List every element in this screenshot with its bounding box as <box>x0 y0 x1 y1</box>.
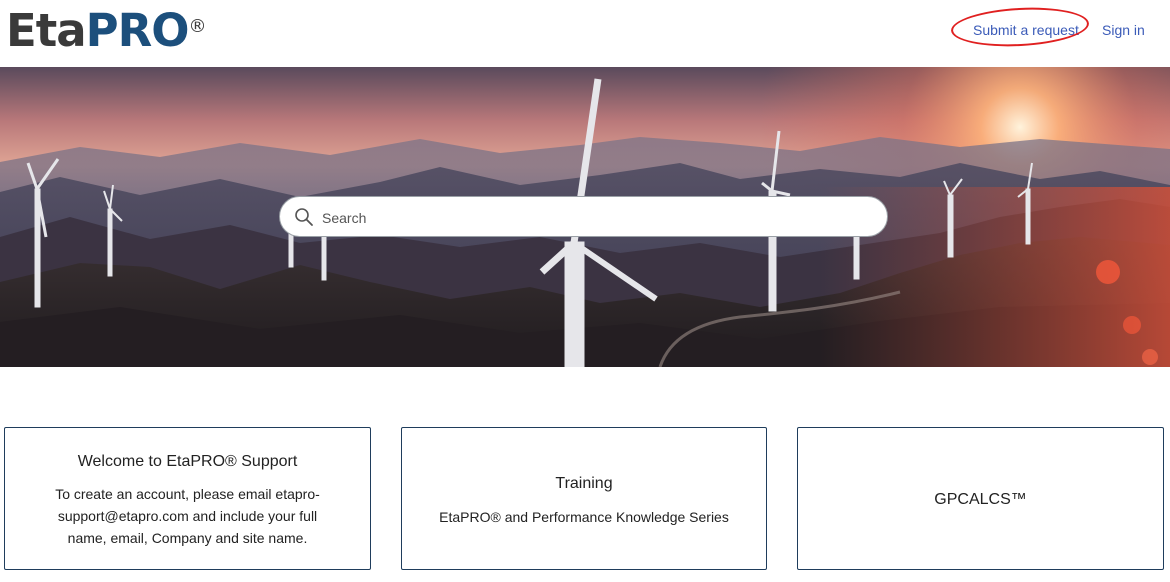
etapro-logo[interactable]: EtaPRO® <box>6 6 207 56</box>
submit-request-link[interactable]: Submit a request <box>973 22 1079 38</box>
card-title: Welcome to EtaPRO® Support <box>77 453 298 470</box>
training-card[interactable]: Training EtaPRO® and Performance Knowled… <box>401 427 767 570</box>
sign-in-link[interactable]: Sign in <box>1102 22 1145 38</box>
card-description: EtaPRO® and Performance Knowledge Series <box>439 509 729 525</box>
gpcalcs-card[interactable]: GPCALCS™ <box>797 427 1164 570</box>
hero-banner <box>0 67 1170 367</box>
search-icon <box>295 208 313 226</box>
card-description: To create an account, please email etapr… <box>55 486 320 546</box>
search-input[interactable] <box>320 205 864 231</box>
card-title: Training <box>555 475 613 492</box>
site-header: EtaPRO® Submit a request Sign in <box>0 0 1170 67</box>
card-title: GPCALCS™ <box>934 491 1027 508</box>
search-bar[interactable] <box>279 196 888 237</box>
welcome-support-card[interactable]: Welcome to EtaPRO® Support To create an … <box>4 427 371 570</box>
